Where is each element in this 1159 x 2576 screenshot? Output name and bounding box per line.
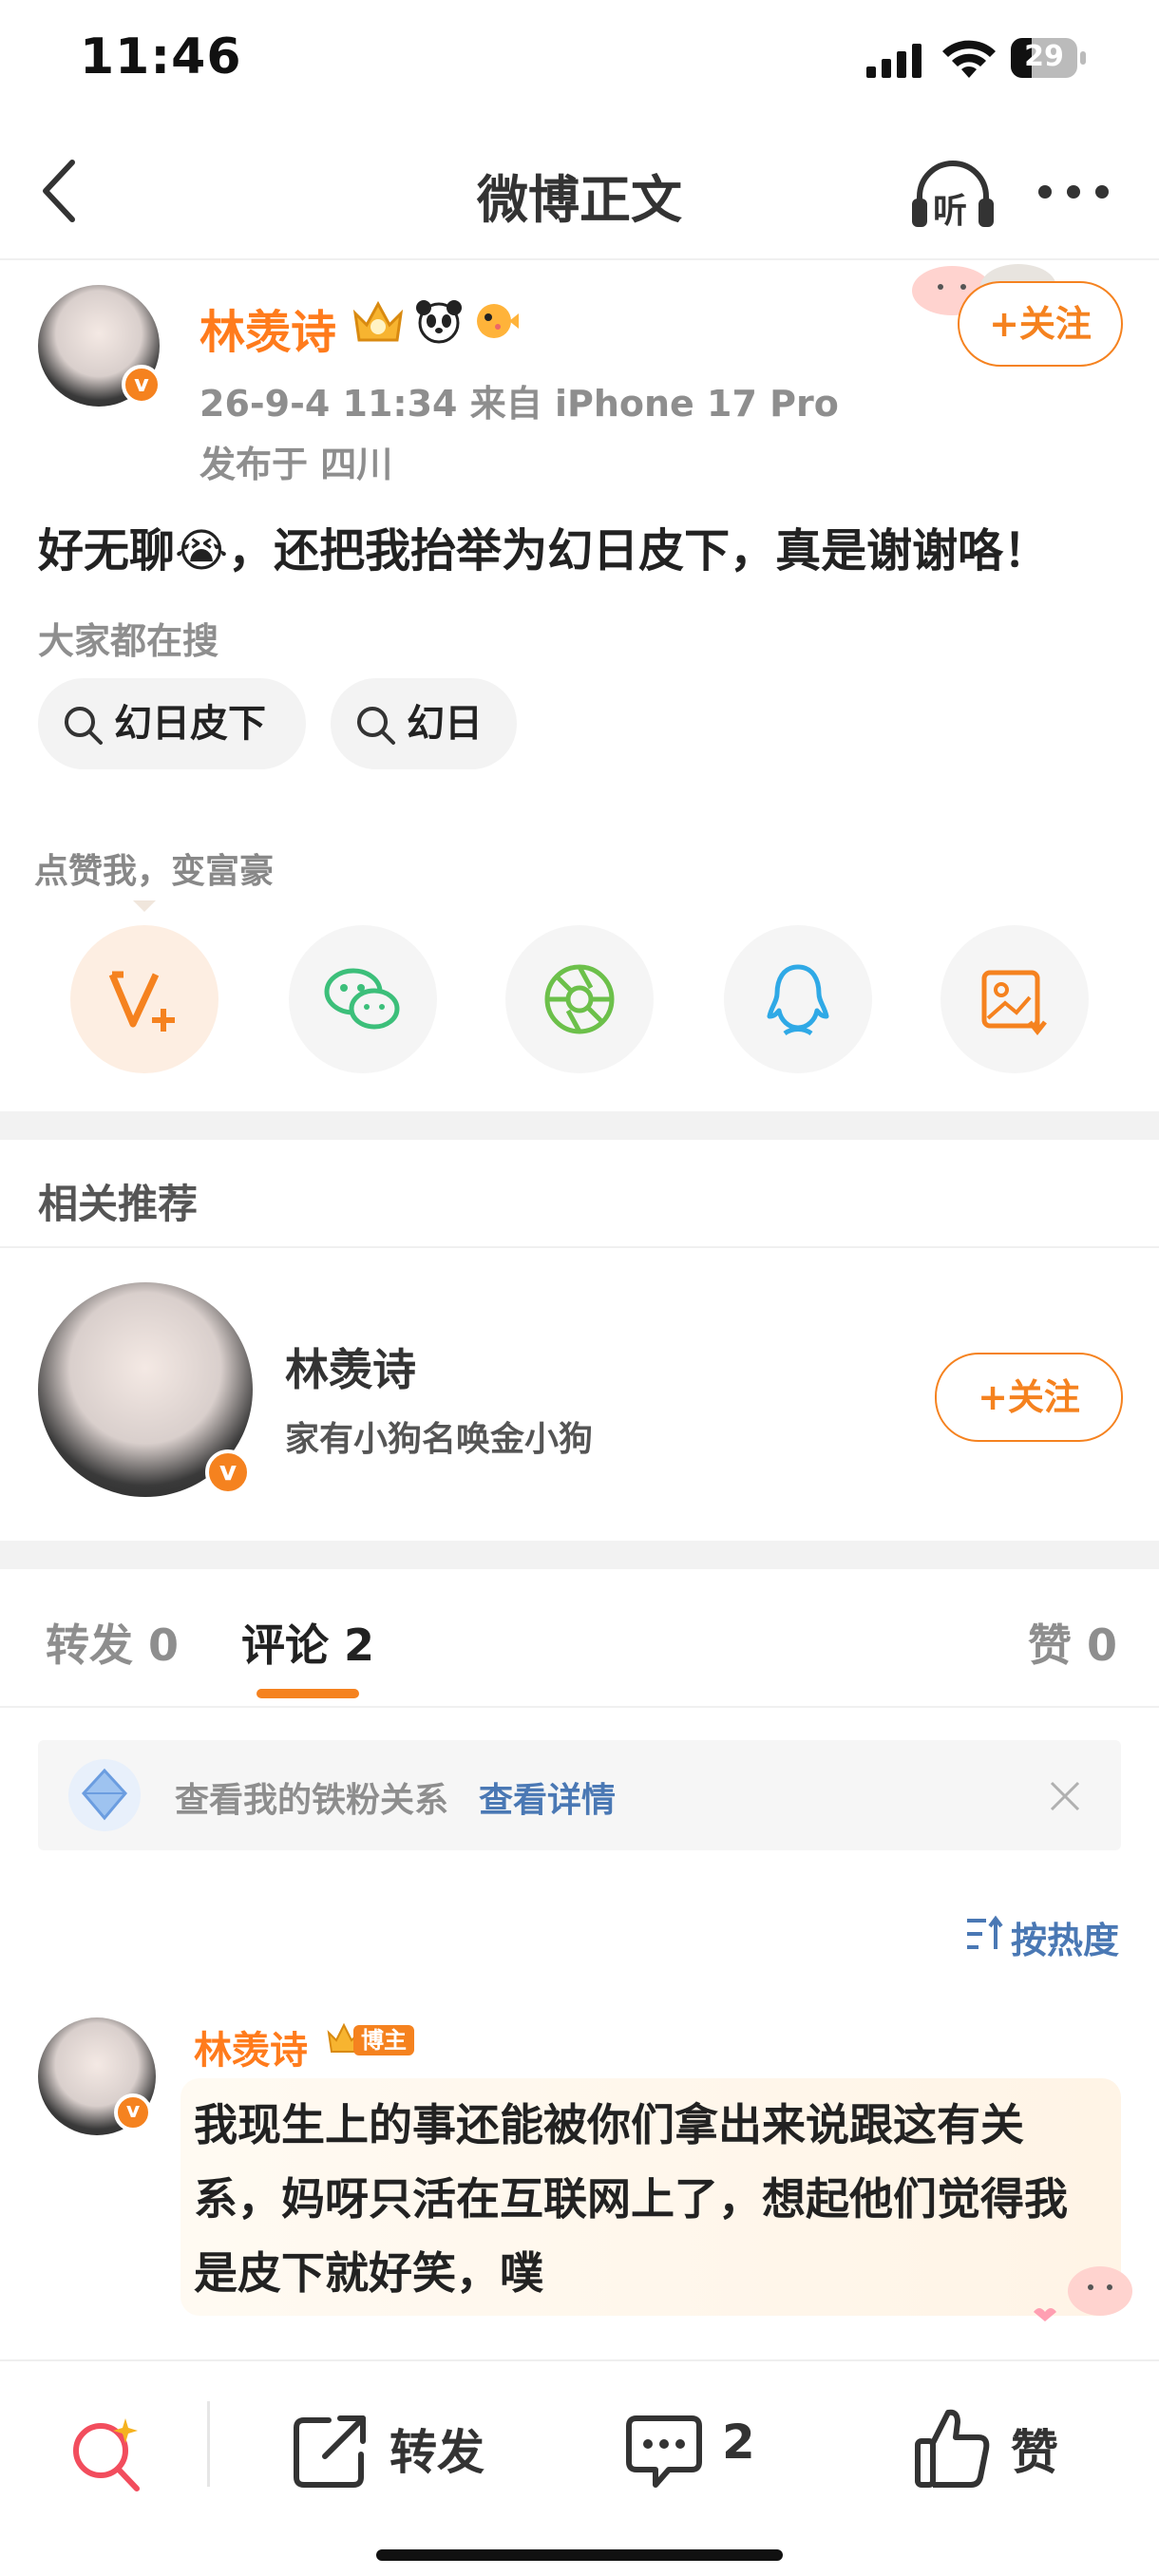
- tab-repost[interactable]: 转发 0: [46, 1611, 179, 1674]
- cellular-signal-icon: [866, 44, 922, 78]
- close-icon[interactable]: [1049, 1780, 1081, 1812]
- comment-author[interactable]: 林羡诗: [194, 2019, 308, 2074]
- recommend-name[interactable]: 林羡诗: [285, 1335, 416, 1398]
- pig-sticker-icon: [1034, 2266, 1132, 2321]
- qq-penguin-icon: [767, 964, 829, 1036]
- section-separator: [0, 1111, 1159, 1140]
- diamond-icon: [68, 1759, 141, 1831]
- tab-comment[interactable]: 评论 2: [241, 1611, 374, 1674]
- hot-tag-label: 幻日: [407, 702, 483, 746]
- recommend-title: 相关推荐: [38, 1181, 199, 1227]
- repost-icon[interactable]: [291, 2411, 370, 2491]
- recommend-divider: [0, 1246, 1159, 1248]
- tab-active-indicator: [256, 1689, 359, 1698]
- vplus-share-button[interactable]: [70, 925, 218, 1073]
- sort-icon[interactable]: [965, 1915, 1005, 1953]
- wechat-icon: [324, 968, 400, 1030]
- battery-level: 29: [1024, 40, 1064, 73]
- wifi-icon: [942, 40, 996, 78]
- follow-button[interactable]: +关注: [958, 281, 1123, 367]
- verified-badge: v: [114, 2093, 152, 2131]
- hot-tag-2[interactable]: 幻日: [331, 678, 517, 769]
- sort-label[interactable]: 按热度: [1011, 1911, 1119, 1963]
- save-image-button[interactable]: [940, 925, 1089, 1073]
- listen-label: 听: [933, 192, 968, 231]
- more-options-icon[interactable]: [1036, 180, 1112, 203]
- v-plus-icon: [108, 971, 175, 1032]
- like-thumb-icon[interactable]: [912, 2405, 992, 2491]
- repost-label[interactable]: 转发: [390, 2415, 484, 2483]
- search-icon: [65, 707, 103, 745]
- section-separator: [0, 1541, 1159, 1569]
- panda-icon: [416, 300, 462, 344]
- super-search-icon[interactable]: [66, 2413, 148, 2494]
- status-time: 11:46: [80, 28, 242, 85]
- author-name[interactable]: 林羡诗: [200, 294, 336, 361]
- comment-icon[interactable]: [623, 2413, 705, 2492]
- hot-tag-1[interactable]: 幻日皮下: [38, 678, 306, 769]
- moments-aperture-icon: [544, 964, 615, 1034]
- hot-search-label: 大家都在搜: [38, 620, 219, 662]
- moments-share-button[interactable]: [505, 925, 654, 1073]
- bottom-bar-separator: [207, 2401, 210, 2487]
- comment-count[interactable]: 2: [722, 2415, 755, 2470]
- qq-share-button[interactable]: [724, 925, 872, 1073]
- pufferfish-icon: [477, 304, 519, 338]
- save-image-icon: [981, 970, 1047, 1036]
- comment-text: 我现生上的事还能被你们拿出来说跟这有关系，妈呀只活在互联网上了，想起他们觉得我是…: [194, 2099, 1068, 2299]
- recommend-desc: 家有小狗名唤金小狗: [285, 1420, 594, 1459]
- home-indicator: [376, 2549, 783, 2561]
- like-hint-pointer: [133, 900, 156, 912]
- verified-badge: v: [122, 365, 162, 405]
- tab-like[interactable]: 赞 0: [1028, 1611, 1117, 1674]
- blogger-badge-label: 博主: [353, 2025, 414, 2055]
- post-location: 发布于 四川: [200, 444, 393, 485]
- battery-icon: 29: [1011, 38, 1087, 78]
- verified-badge: v: [205, 1449, 251, 1495]
- search-icon: [357, 707, 395, 745]
- fan-relation-link[interactable]: 查看详情: [479, 1772, 616, 1822]
- wechat-share-button[interactable]: [289, 925, 437, 1073]
- blogger-badge: 博主: [325, 2021, 429, 2059]
- crown-badge-icon: [352, 300, 404, 342]
- fan-relation-text: 查看我的铁粉关系: [175, 1781, 449, 1820]
- post-meta: 26-9-4 11:34 来自 iPhone 17 Pro: [200, 383, 839, 425]
- recommend-follow-button[interactable]: +关注: [935, 1353, 1123, 1442]
- like-label[interactable]: 赞: [1011, 2415, 1058, 2483]
- like-hint: 点赞我，变富豪: [34, 852, 275, 891]
- tab-divider: [0, 1706, 1159, 1708]
- hot-tag-label: 幻日皮下: [114, 702, 266, 746]
- post-text: 好无聊😭，还把我抬举为幻日皮下，真是谢谢咯！: [38, 524, 1050, 578]
- listen-button[interactable]: 听: [910, 157, 996, 233]
